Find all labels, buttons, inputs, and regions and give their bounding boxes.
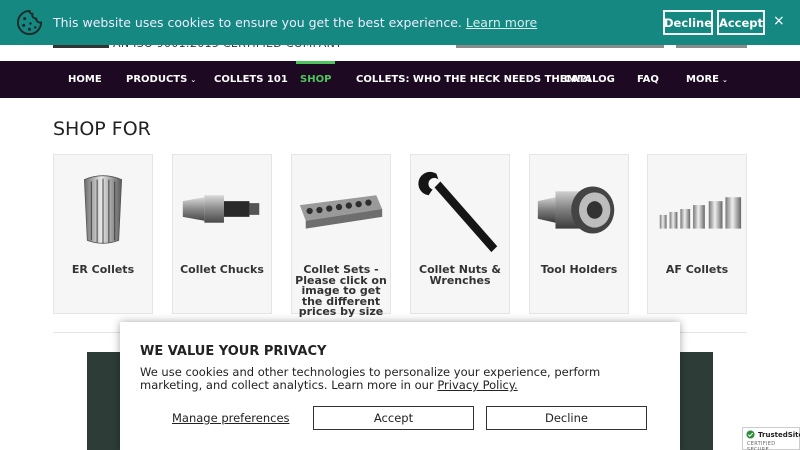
nav-item-collets-101[interactable]: COLLETS 101 — [214, 61, 288, 98]
nav-item-label: COLLETS: WHO THE HECK NEEDS THEM!?! — [356, 74, 592, 85]
collet-chuck-image — [182, 195, 260, 223]
learn-more-link[interactable]: Learn more — [466, 15, 537, 30]
er-collet-image — [83, 175, 123, 244]
nav-item-catalog[interactable]: CATALOG — [564, 61, 615, 98]
cookie-icon — [17, 9, 43, 35]
cookie-bar: This website uses cookies to ensure you … — [0, 0, 800, 45]
nav-item-label: COLLETS 101 — [214, 74, 288, 85]
product-card-er-collets[interactable]: ER Collets — [53, 154, 153, 314]
product-card-collet-chucks[interactable]: Collet Chucks — [172, 154, 272, 314]
card-label: Collet Nuts & Wrenches — [419, 263, 501, 287]
page-title: SHOP FOR — [53, 118, 151, 140]
tool-holder-image — [537, 186, 615, 234]
card-label: AF Collets — [665, 263, 729, 276]
nav-item-label: HOME — [68, 74, 102, 85]
privacy-title: WE VALUE YOUR PRIVACY — [140, 344, 327, 359]
cookie-message-text: This website uses cookies to ensure you … — [53, 15, 462, 30]
privacy-description: We use cookies and other technologies to… — [140, 365, 601, 392]
privacy-accept-button[interactable]: Accept — [313, 406, 474, 430]
nav-item-label: FAQ — [637, 74, 659, 85]
main-nav: HOME PRODUCTS ⌄ COLLETS 101 SHOP COLLETS:… — [0, 61, 800, 98]
product-card-collet-sets[interactable]: Collet Sets - Please click on image to g… — [291, 154, 391, 317]
nav-item-label: MORE — [686, 74, 719, 85]
collet-set-image — [299, 195, 383, 229]
nav-item-label: SHOP — [300, 74, 332, 85]
nav-item-faq[interactable]: FAQ — [637, 61, 659, 98]
product-card-tool-holders[interactable]: Tool Holders — [529, 154, 629, 314]
close-icon[interactable]: × — [773, 13, 785, 29]
nav-item-label: PRODUCTS — [126, 74, 188, 85]
af-collets-image — [659, 197, 742, 229]
nav-item-more[interactable]: MORE ⌄ — [686, 61, 728, 98]
banner-image-left — [87, 352, 120, 450]
privacy-dialog: WE VALUE YOUR PRIVACY We use cookies and… — [120, 322, 680, 450]
privacy-decline-button[interactable]: Decline — [486, 406, 647, 430]
card-label: Tool Holders — [540, 263, 618, 276]
manage-preferences-link[interactable]: Manage preferences — [172, 411, 290, 425]
nav-item-shop[interactable]: SHOP — [295, 61, 336, 98]
privacy-policy-link[interactable]: Privacy Policy. — [437, 378, 517, 392]
chevron-down-icon: ⌄ — [721, 75, 728, 84]
banner-image-right — [680, 352, 713, 450]
card-label: ER Collets — [71, 263, 135, 276]
nav-item-products[interactable]: PRODUCTS ⌄ — [126, 61, 196, 98]
nav-item-home[interactable]: HOME — [68, 61, 102, 98]
cookie-decline-button[interactable]: Decline — [663, 10, 713, 35]
trustedsite-name: TrustedSite — [758, 431, 800, 439]
privacy-text: We use cookies and other technologies to… — [140, 366, 660, 392]
trustedsite-badge[interactable]: TrustedSite CERTIFIED SECURE — [742, 427, 800, 450]
card-label: Collet Sets - Please click on image to g… — [295, 263, 387, 318]
checkmark-icon — [746, 430, 755, 439]
card-label: Collet Chucks — [180, 263, 264, 276]
nav-item-collets-who-needs[interactable]: COLLETS: WHO THE HECK NEEDS THEM!?! — [356, 61, 591, 98]
cookie-message: This website uses cookies to ensure you … — [53, 15, 537, 30]
nav-item-label: CATALOG — [564, 74, 615, 85]
cookie-accept-button[interactable]: Accept — [717, 10, 765, 35]
wrench-image — [418, 171, 498, 253]
trustedsite-subtitle: CERTIFIED SECURE — [747, 441, 776, 450]
product-card-af-collets[interactable]: AF Collets — [647, 154, 747, 314]
chevron-down-icon: ⌄ — [190, 75, 197, 84]
product-card-collet-nuts-wrenches[interactable]: Collet Nuts & Wrenches — [410, 154, 510, 314]
